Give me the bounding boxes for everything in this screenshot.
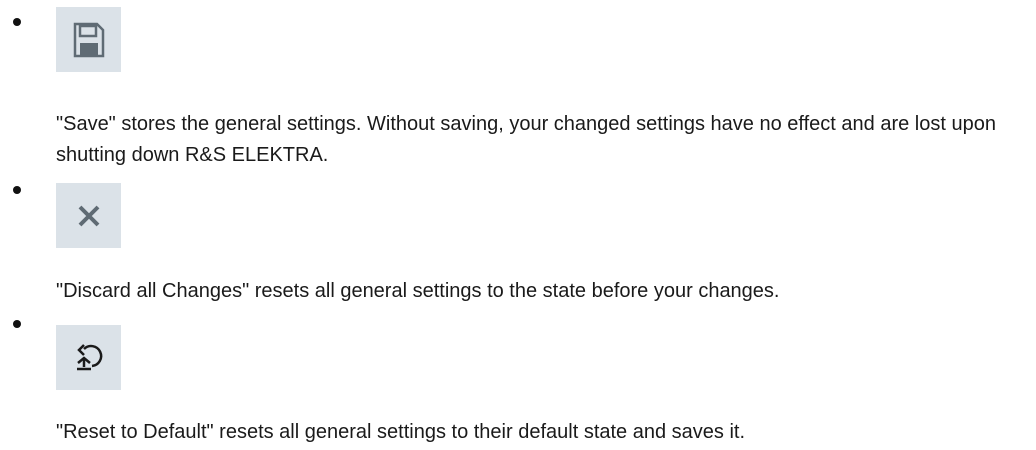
discard-all-changes-button[interactable] — [56, 183, 121, 248]
save-button[interactable] — [56, 7, 121, 72]
discard-description: "Discard all Changes" resets all general… — [56, 280, 780, 302]
bullet — [13, 186, 21, 194]
reset-to-default-button[interactable] — [56, 325, 121, 390]
save-icon — [73, 22, 104, 57]
reset-description: "Reset to Default" resets all general se… — [56, 421, 746, 443]
bullet — [13, 18, 21, 26]
save-description: "Save" stores the general settings. With… — [56, 113, 996, 166]
reset-icon — [76, 343, 102, 370]
bullet — [13, 320, 21, 328]
close-icon — [78, 205, 99, 226]
